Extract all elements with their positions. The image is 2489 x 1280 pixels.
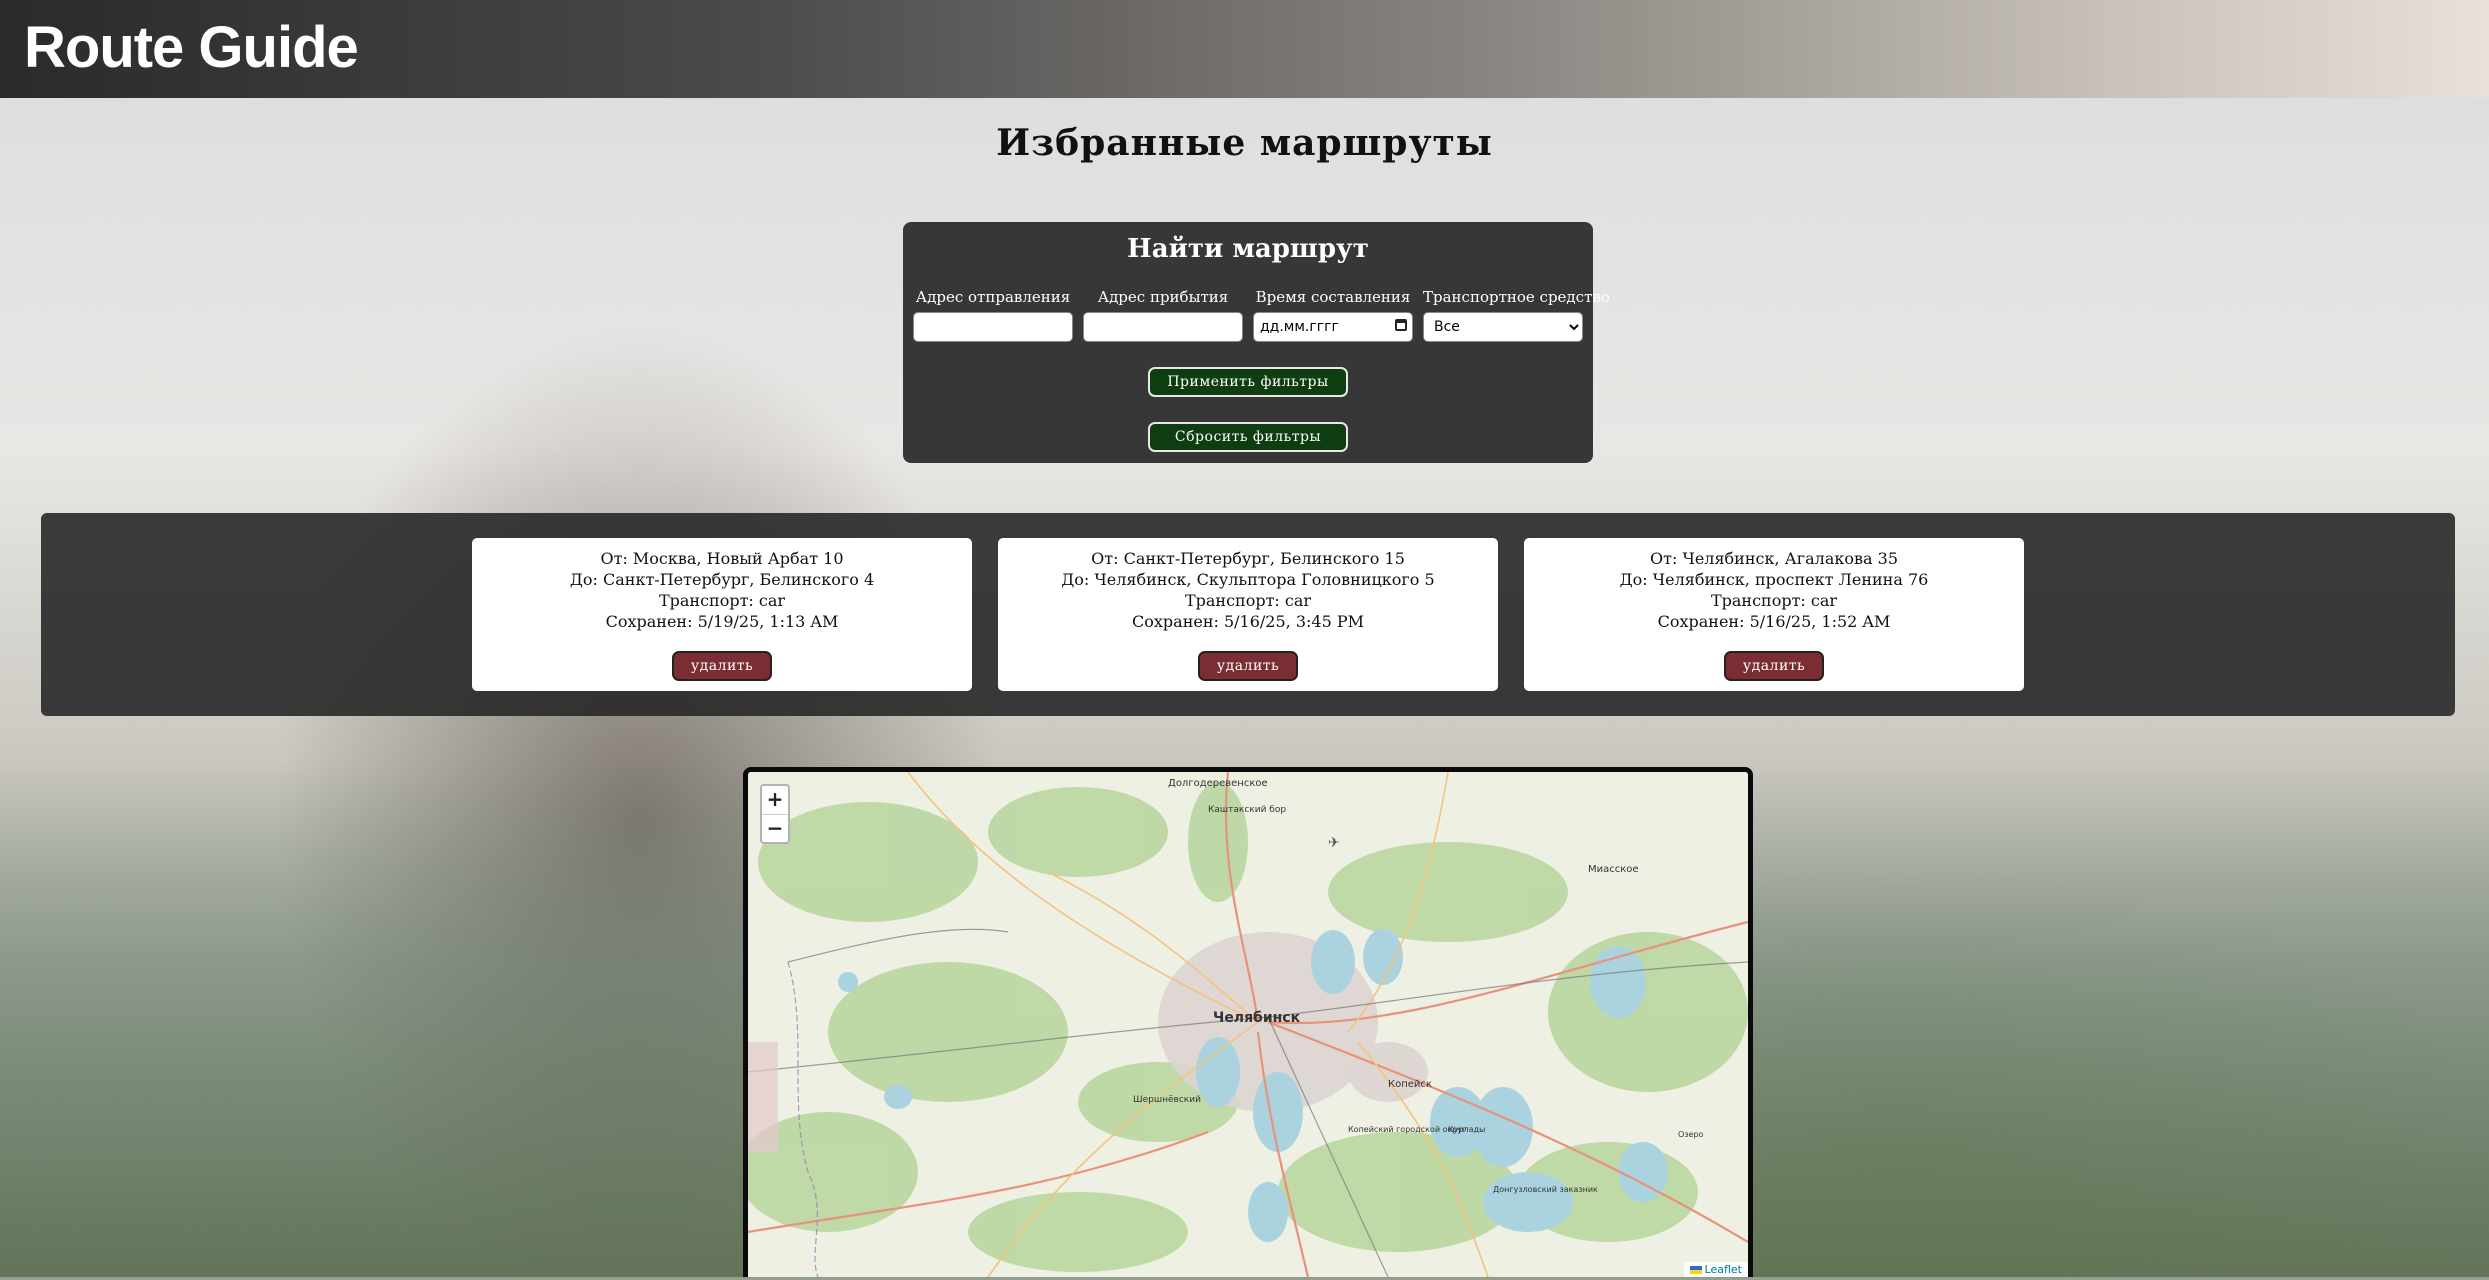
ukraine-flag-icon — [1689, 1266, 1702, 1274]
delete-route-button[interactable]: удалить — [1724, 651, 1824, 681]
delete-route-button[interactable]: удалить — [1198, 651, 1298, 681]
label-ozero: Озеро — [1678, 1130, 1704, 1139]
transport-select[interactable]: Все — [1423, 312, 1583, 342]
apply-filters-button[interactable]: Применить фильтры — [1148, 367, 1348, 397]
label-kashtaksky: Каштакский бор — [1208, 805, 1286, 815]
route-card: От: Челябинск, Агалакова 35 До: Челябинс… — [1524, 538, 2024, 691]
reset-filters-button[interactable]: Сбросить фильтры — [1148, 422, 1348, 452]
route-saved: Сохранен: 5/16/25, 1:52 AM — [1657, 612, 1891, 631]
route-transport: Транспорт: car — [658, 591, 786, 610]
map-tiles[interactable]: Долгодеревенское Каштакский бор Миасское… — [748, 772, 1748, 1277]
route-card: От: Москва, Новый Арбат 10 До: Санкт-Пет… — [472, 538, 972, 691]
map-attribution: Leaflet — [1683, 1262, 1748, 1277]
route-to: До: Санкт-Петербург, Белинского 4 — [569, 570, 875, 589]
date-label: Время составления — [1255, 288, 1411, 306]
route-to: До: Челябинск, Скульптора Головницкого 5 — [1061, 570, 1435, 589]
route-transport: Транспорт: car — [1184, 591, 1312, 610]
leaflet-link[interactable]: Leaflet — [1705, 1263, 1742, 1276]
route-map[interactable]: Долгодеревенское Каштакский бор Миасское… — [743, 767, 1753, 1277]
label-shershnevsky: Шершнёвский — [1133, 1095, 1201, 1105]
transport-field: Транспортное средство Все — [1423, 288, 1610, 342]
zoom-out-button[interactable]: − — [762, 815, 788, 843]
route-transport: Транспорт: car — [1710, 591, 1838, 610]
transport-label: Транспортное средство — [1423, 288, 1610, 306]
route-from: От: Санкт-Петербург, Белинского 15 — [1091, 549, 1405, 568]
filter-title: Найти маршрут — [1127, 234, 1369, 264]
to-field: Адрес прибытия — [1083, 288, 1243, 342]
route-filter-panel: Найти маршрут Адрес отправления Адрес пр… — [903, 222, 1610, 463]
page-title: Избранные маршруты — [996, 122, 1493, 164]
label-kurlady: Курлады — [1448, 1125, 1485, 1134]
date-field: Время составления — [1253, 288, 1413, 342]
zoom-control: + − — [760, 784, 790, 844]
route-to: До: Челябинск, проспект Ленина 76 — [1619, 570, 1929, 589]
airport-icon: ✈ — [1328, 835, 1340, 851]
label-dongzulovsky: Донгузловский заказник — [1493, 1185, 1598, 1194]
from-input[interactable] — [913, 312, 1073, 342]
label-chelyabinsk: Челябинск — [1213, 1010, 1301, 1026]
from-label: Адрес отправления — [915, 288, 1071, 306]
calendar-icon[interactable] — [1395, 319, 1407, 331]
date-input[interactable] — [1253, 312, 1413, 342]
delete-route-button[interactable]: удалить — [672, 651, 772, 681]
to-input[interactable] — [1083, 312, 1243, 342]
label-kopeysk: Копейск — [1388, 1079, 1432, 1090]
from-field: Адрес отправления — [913, 288, 1073, 342]
top-header: Route Guide — [0, 0, 2489, 98]
route-card: От: Санкт-Петербург, Белинского 15 До: Ч… — [998, 538, 1498, 691]
brand-logo[interactable]: Route Guide — [24, 14, 359, 81]
zoom-in-button[interactable]: + — [762, 786, 788, 815]
route-saved: Сохранен: 5/16/25, 3:45 PM — [1132, 612, 1364, 631]
to-label: Адрес прибытия — [1097, 288, 1229, 306]
label-dolgoderevenskoe: Долгодеревенское — [1168, 778, 1268, 789]
saved-routes-panel: От: Москва, Новый Арбат 10 До: Санкт-Пет… — [41, 513, 2455, 716]
label-miasskoe: Миасское — [1588, 864, 1639, 875]
route-from: От: Челябинск, Агалакова 35 — [1650, 549, 1898, 568]
route-from: От: Москва, Новый Арбат 10 — [600, 549, 844, 568]
route-saved: Сохранен: 5/19/25, 1:13 AM — [605, 612, 839, 631]
